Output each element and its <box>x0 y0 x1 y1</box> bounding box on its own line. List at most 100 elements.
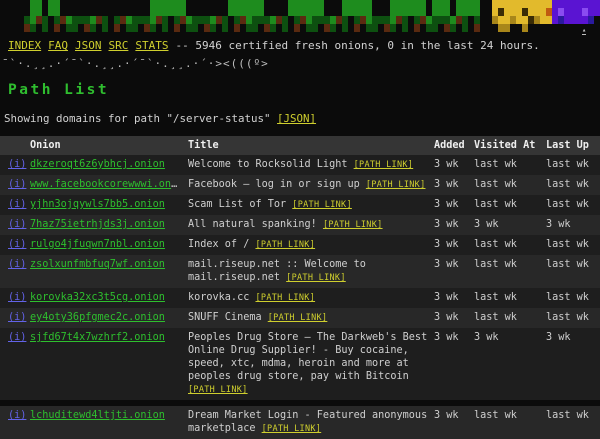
art-row <box>0 16 600 24</box>
title-cell: Welcome to Rocksolid Light [PATH LINK] <box>188 155 434 175</box>
subheading-text: Showing domains for path "/server-status… <box>4 112 271 125</box>
art-signature-glyph: ▴ <box>582 27 586 35</box>
onion-cell: www.facebookcorewwwi.onion <box>30 175 188 195</box>
table-row: (i) yjhn3ojqywls7bb5.onion Scam List of To… <box>0 195 600 215</box>
info-link[interactable]: (i) <box>8 410 26 421</box>
last-up-cell: 3 wk <box>546 328 600 403</box>
title-cell: Dream Market Login - Featured anonymous … <box>188 403 434 439</box>
added-cell: 3 wk <box>434 288 474 308</box>
art-row <box>0 24 600 32</box>
onion-link[interactable]: www.facebookcorewwwi.onion <box>30 179 188 190</box>
onion-link[interactable]: 7haz75ietrhjds3j.onion <box>30 219 165 230</box>
info-cell: (i) <box>0 175 30 195</box>
onion-link[interactable]: zsolxunfmbfuq7wf.onion <box>30 259 165 270</box>
onion-cell: ey4oty36pfgmec2c.onion <box>30 308 188 328</box>
path-link[interactable]: [PATH LINK] <box>268 313 328 323</box>
last-up-cell: last wk <box>546 255 600 288</box>
onion-cell: yjhn3ojqywls7bb5.onion <box>30 195 188 215</box>
nav-link-src[interactable]: SRC <box>109 39 129 52</box>
info-cell: (i) <box>0 403 30 439</box>
path-link[interactable]: [PATH LINK] <box>188 385 248 395</box>
path-link[interactable]: [PATH LINK] <box>366 180 426 190</box>
nav-link-faq[interactable]: FAQ <box>48 39 68 52</box>
onion-link[interactable]: rulgo4jfuqwn7nbl.onion <box>30 239 165 250</box>
added-cell: 3 wk <box>434 328 474 403</box>
subheading: Showing domains for path "/server-status… <box>4 112 600 125</box>
nav-link-json[interactable]: JSON <box>75 39 102 52</box>
col-header-added: Added <box>434 136 474 155</box>
nav-link-index[interactable]: INDEX <box>8 39 41 52</box>
title-cell: mail.riseup.net :: Welcome to mail.riseu… <box>188 255 434 288</box>
added-cell: 3 wk <box>434 235 474 255</box>
added-cell: 3 wk <box>434 175 474 195</box>
path-link[interactable]: [PATH LINK] <box>323 220 383 230</box>
col-header-info <box>0 136 30 155</box>
last-up-cell: last wk <box>546 308 600 328</box>
info-cell: (i) <box>0 195 30 215</box>
info-link[interactable]: (i) <box>8 292 26 303</box>
onion-count-status: -- 5946 certified fresh onions, 0 in the… <box>176 39 540 52</box>
info-link[interactable]: (i) <box>8 159 26 170</box>
header-ascii-art <box>0 0 600 32</box>
added-cell: 3 wk <box>434 308 474 328</box>
nav-link-stats[interactable]: STATS <box>135 39 168 52</box>
info-link[interactable]: (i) <box>8 312 26 323</box>
title-text: Index of / <box>188 239 249 250</box>
table-row: (i) sjfd67t4x7wzhrf2.onion Peoples Drug St… <box>0 328 600 403</box>
info-link[interactable]: (i) <box>8 179 26 190</box>
table-row: (i) dkzeroqt6z6ybhcj.onion Welcome to Rock… <box>0 155 600 175</box>
onion-link[interactable]: yjhn3ojqywls7bb5.onion <box>30 199 165 210</box>
title-text: Facebook – log in or sign up <box>188 179 360 190</box>
last-up-cell: last wk <box>546 288 600 308</box>
title-text: Scam List of Tor <box>188 199 286 210</box>
visited-at-cell: last wk <box>474 255 546 288</box>
last-up-cell: last wk <box>546 235 600 255</box>
page-title: Path List <box>8 82 600 98</box>
info-link[interactable]: (i) <box>8 259 26 270</box>
title-cell: SNUFF Cinema [PATH LINK] <box>188 308 434 328</box>
path-link[interactable]: [PATH LINK] <box>286 273 346 283</box>
title-text: All natural spanking! <box>188 219 317 230</box>
path-link[interactable]: [PATH LINK] <box>255 240 315 250</box>
onion-link[interactable]: sjfd67t4x7wzhrf2.onion <box>30 332 165 343</box>
col-header-last-up: Last Up <box>546 136 600 155</box>
onion-cell: lchuditewd4ltjti.onion <box>30 403 188 439</box>
path-link[interactable]: [PATH LINK] <box>354 160 414 170</box>
table-body: (i) dkzeroqt6z6ybhcj.onion Welcome to Rock… <box>0 155 600 439</box>
onion-link[interactable]: ey4oty36pfgmec2c.onion <box>30 312 165 323</box>
onion-link[interactable]: lchuditewd4ltjti.onion <box>30 410 165 421</box>
art-row <box>0 0 600 8</box>
art-row <box>0 8 600 16</box>
last-up-cell: 3 wk <box>546 215 600 235</box>
title-text: SNUFF Cinema <box>188 312 262 323</box>
info-link[interactable]: (i) <box>8 219 26 230</box>
table-header-row: Onion Title Added Visited At Last Up <box>0 136 600 155</box>
onion-cell: zsolxunfmbfuq7wf.onion <box>30 255 188 288</box>
path-link[interactable]: [PATH LINK] <box>255 293 315 303</box>
last-up-cell: last wk <box>546 155 600 175</box>
info-cell: (i) <box>0 255 30 288</box>
col-header-visited-at: Visited At <box>474 136 546 155</box>
table-row: (i)korovka32xc3t5cg.onionkorovka.cc [PAT… <box>0 288 600 308</box>
table-row: (i) lchuditewd4ltjti.onion Dream Market Lo… <box>0 403 600 439</box>
onion-cell: dkzeroqt6z6ybhcj.onion <box>30 155 188 175</box>
path-link[interactable]: [PATH LINK] <box>262 424 322 434</box>
onion-cell: rulgo4jfuqwn7nbl.onion <box>30 235 188 255</box>
visited-at-cell: last wk <box>474 308 546 328</box>
visited-at-cell: last wk <box>474 195 546 215</box>
last-up-cell: last wk <box>546 175 600 195</box>
title-cell: Peoples Drug Store – The Darkweb's Best … <box>188 328 434 403</box>
info-link[interactable]: (i) <box>8 332 26 343</box>
onion-link[interactable]: korovka32xc3t5cg.onion <box>30 292 165 303</box>
onion-link[interactable]: dkzeroqt6z6ybhcj.onion <box>30 159 165 170</box>
fish-ascii-line: ¯`·.¸¸.·´¯`·.¸¸.·´¯`·.¸¸.·´·><(((º> <box>2 57 600 70</box>
path-link[interactable]: [PATH LINK] <box>292 200 352 210</box>
json-export-link[interactable]: [JSON] <box>277 112 316 125</box>
title-cell: Facebook – log in or sign up [PATH LINK] <box>188 175 434 195</box>
table-row: (i) ey4oty36pfgmec2c.onion SNUFF Cinema [P… <box>0 308 600 328</box>
visited-at-cell: 3 wk <box>474 328 546 403</box>
onion-cell: korovka32xc3t5cg.onion <box>30 288 188 308</box>
title-text: Welcome to Rocksolid Light <box>188 159 347 170</box>
info-link[interactable]: (i) <box>8 199 26 210</box>
info-link[interactable]: (i) <box>8 239 26 250</box>
